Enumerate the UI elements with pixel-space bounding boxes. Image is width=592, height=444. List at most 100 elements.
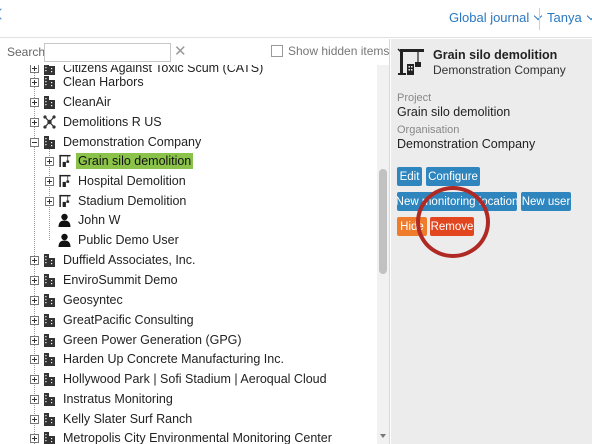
tree-item[interactable]: GreatPacific Consulting: [30, 310, 196, 330]
new-monitoring-location-button[interactable]: New monitoring location: [397, 192, 517, 211]
building-icon: [43, 95, 56, 109]
collapse-icon[interactable]: [30, 137, 39, 147]
tree-item-label: EnviroSummit Demo: [63, 273, 178, 287]
tree-item-label: Duffield Associates, Inc.: [63, 253, 196, 267]
details-title: Grain silo demolition: [433, 48, 558, 62]
tree-item[interactable]: Demonstration Company: [30, 132, 203, 152]
journal-label: Global journal: [449, 10, 530, 25]
search-label: Search: [7, 45, 46, 59]
tree-item[interactable]: Clean Harbors: [30, 72, 146, 92]
expand-icon[interactable]: [30, 117, 39, 127]
tree-item[interactable]: Hospital Demolition: [45, 171, 188, 191]
show-hidden-label: Show hidden items: [288, 44, 390, 58]
expand-icon[interactable]: [30, 335, 39, 345]
tree-item-label: Clean Harbors: [63, 75, 144, 89]
building-icon: [43, 412, 56, 426]
expand-icon[interactable]: [30, 97, 39, 107]
configure-button[interactable]: Configure: [426, 167, 480, 186]
user-label: Tanya: [547, 10, 582, 25]
expand-icon[interactable]: [45, 176, 54, 186]
tree-item[interactable]: Stadium Demolition: [45, 191, 188, 211]
clear-search-icon[interactable]: ✕: [174, 42, 187, 60]
crane-icon: [397, 48, 424, 75]
header-divider: [539, 8, 540, 30]
tree-item[interactable]: Duffield Associates, Inc.: [30, 250, 197, 270]
building-icon: [43, 273, 56, 287]
tree-item[interactable]: Public Demo User: [45, 230, 181, 250]
project-value: Grain silo demolition: [397, 105, 511, 119]
details-panel: Grain silo demolition Demonstration Comp…: [391, 39, 592, 444]
tree-item-label: Demolitions R US: [63, 115, 162, 129]
edit-button[interactable]: Edit: [397, 167, 422, 186]
building-icon: [43, 333, 56, 347]
tree-item[interactable]: Kelly Slater Surf Ranch: [30, 409, 194, 429]
tree-item-label: Harden Up Concrete Manufacturing Inc.: [63, 352, 284, 366]
tree-item[interactable]: Instratus Monitoring: [30, 389, 175, 409]
building-icon: [43, 372, 56, 386]
expand-icon[interactable]: [30, 374, 39, 384]
tree-item[interactable]: CleanAir: [30, 92, 113, 112]
tree-panel: Search ✕ Show hidden items Citizens Agai…: [0, 39, 390, 444]
journal-dropdown[interactable]: Global journal: [449, 10, 543, 25]
person-icon: [58, 213, 71, 227]
expand-icon[interactable]: [30, 255, 39, 265]
expand-icon[interactable]: [30, 394, 39, 404]
top-bar: Global journal Tanya: [0, 0, 592, 38]
expand-icon[interactable]: [30, 433, 39, 443]
user-menu[interactable]: Tanya: [547, 10, 592, 25]
scrollbar-thumb[interactable]: [379, 169, 387, 274]
tree-item-label: Public Demo User: [78, 233, 179, 247]
tree-item-label: GreatPacific Consulting: [63, 313, 194, 327]
tree-item-label: Hollywood Park | Sofi Stadium | Aeroqual…: [63, 372, 327, 386]
tree-item-label: Metropolis City Environmental Monitoring…: [63, 431, 332, 444]
scroll-down-arrow-icon[interactable]: [380, 434, 386, 438]
building-icon: [43, 293, 56, 307]
expand-icon[interactable]: [30, 275, 39, 285]
remove-button[interactable]: Remove: [430, 217, 474, 236]
tree-item-label: Demonstration Company: [63, 135, 202, 149]
building-icon: [43, 75, 56, 89]
organisation-label: Organisation: [397, 124, 460, 136]
tree-item-label: Kelly Slater Surf Ranch: [63, 412, 193, 426]
tree-item[interactable]: Hollywood Park | Sofi Stadium | Aeroqual…: [30, 369, 329, 389]
tree-item-label: CleanAir: [63, 95, 111, 109]
hide-button[interactable]: Hide: [397, 217, 427, 236]
building-icon: [43, 253, 56, 267]
tree-item[interactable]: Harden Up Concrete Manufacturing Inc.: [30, 349, 286, 369]
back-chevron-icon[interactable]: [0, 8, 7, 20]
crane-icon: [58, 174, 71, 188]
new-user-button[interactable]: New user: [521, 192, 571, 211]
expand-icon[interactable]: [45, 156, 54, 166]
search-input[interactable]: [44, 43, 171, 62]
show-hidden-checkbox[interactable]: [271, 45, 283, 57]
crane-icon: [58, 194, 71, 208]
expand-icon[interactable]: [30, 354, 39, 364]
building-icon: [43, 352, 56, 366]
building-icon: [43, 135, 56, 149]
org-tree: Citizens Against Toxic Scum (CATS) Clean …: [0, 65, 376, 444]
details-subtitle: Demonstration Company: [433, 63, 566, 77]
chevron-down-icon: [586, 11, 592, 21]
tree-item[interactable]: EnviroSummit Demo: [30, 270, 180, 290]
expand-icon[interactable]: [30, 414, 39, 424]
expand-icon[interactable]: [30, 315, 39, 325]
tree-item[interactable]: Grain silo demolition: [45, 151, 194, 171]
tree-item-label: Geosyntec: [63, 293, 123, 307]
tree-item-label: Instratus Monitoring: [63, 392, 173, 406]
tree-item-label: John W: [78, 213, 121, 227]
expand-icon[interactable]: [45, 196, 54, 206]
expand-icon[interactable]: [30, 295, 39, 305]
tree-item-label: Hospital Demolition: [78, 174, 186, 188]
person-icon: [58, 233, 71, 247]
tree-item[interactable]: Green Power Generation (GPG): [30, 330, 244, 350]
tree-item[interactable]: John W: [45, 210, 122, 230]
crane-icon: [58, 154, 71, 168]
organisation-value: Demonstration Company: [397, 137, 536, 151]
project-label: Project: [397, 92, 432, 104]
tree-item[interactable]: Geosyntec: [30, 290, 125, 310]
building-icon: [43, 313, 56, 327]
expand-icon[interactable]: [30, 77, 39, 87]
building-icon: [43, 392, 56, 406]
tree-item[interactable]: Metropolis City Environmental Monitoring…: [30, 428, 334, 444]
tree-item[interactable]: Demolitions R US: [30, 112, 164, 132]
